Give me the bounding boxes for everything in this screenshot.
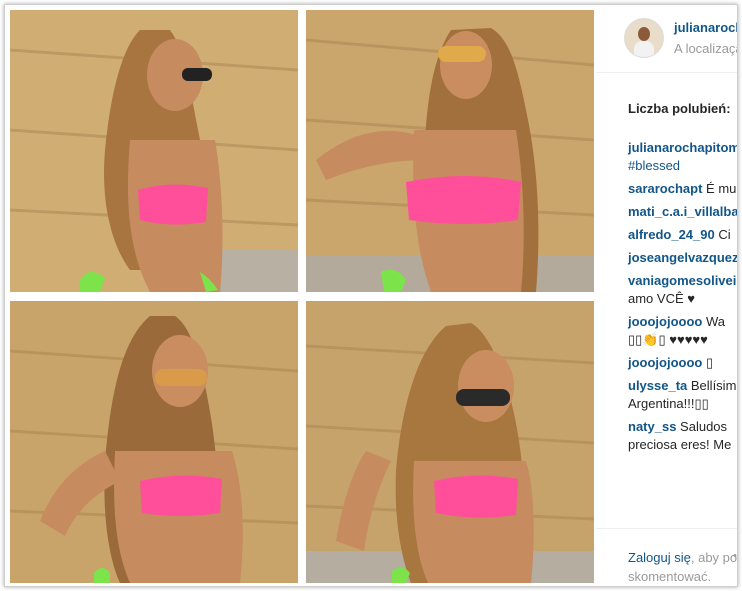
comment-item: ulysse_ta Bellísima Argentina!!!▯▯ <box>628 377 737 413</box>
comment-item: mati_c.a.i_villalba <box>628 203 737 221</box>
comment-username-link[interactable]: jooojojoooo <box>628 355 702 370</box>
login-prompt-rest: , aby polubić lub <box>690 550 738 565</box>
comment-item: joseangelvazquez <box>628 249 737 267</box>
photo-tile-4 <box>306 301 594 583</box>
photo-tile-3 <box>10 301 298 583</box>
post-header: julianarochapitombo A localização <box>596 5 737 73</box>
comment-username-link[interactable]: alfredo_24_90 <box>628 227 715 242</box>
comment-username-link[interactable]: vaniagomesoliveira <box>628 273 737 288</box>
comment-username-link[interactable]: joseangelvazquez <box>628 250 737 265</box>
comment-item: sararochapt É muito linda! <box>628 180 737 198</box>
comments-list: julianarochapitombo #blessed sararochapt… <box>628 139 737 459</box>
caption: julianarochapitombo #blessed <box>628 139 737 175</box>
post-location-link[interactable]: A localização <box>674 41 737 56</box>
comment-item: alfredo_24_90 Ci <box>628 226 737 244</box>
comment-text: amo VCÊ ♥ <box>628 291 695 306</box>
comment-text: ▯ <box>706 355 714 370</box>
comment-item: jooojojoooo ▯ <box>628 354 737 372</box>
comment-text: Saludos <box>680 419 728 434</box>
photo-tile-2 <box>306 10 594 292</box>
comment-username-link[interactable]: ulysse_ta <box>628 378 687 393</box>
comment-username-link[interactable]: sararochapt <box>628 181 702 196</box>
comment-username-link[interactable]: mati_c.a.i_villalba <box>628 204 737 219</box>
comment-text: Ci <box>718 227 731 242</box>
comment-text: ▯▯👏▯ ♥♥♥♥♥ <box>628 332 708 347</box>
comment-item: naty_ss Saludos preciosa eres! Me <box>628 418 737 454</box>
comment-text: Wa <box>706 314 726 329</box>
post-username-link[interactable]: julianarochapitombo <box>674 20 737 35</box>
photo-tile-1 <box>10 10 298 292</box>
comment-text: Argentina!!!▯▯ <box>628 396 709 411</box>
comment-username-link[interactable]: naty_ss <box>628 419 676 434</box>
comment-text: preciosa eres! Me <box>628 437 732 452</box>
comment-text: Bellísima <box>690 378 737 393</box>
login-link[interactable]: Zaloguj się <box>628 550 691 565</box>
caption-hashtag-link[interactable]: #blessed <box>628 157 737 175</box>
post-side-panel: julianarochapitombo A localização Liczba… <box>596 5 738 586</box>
login-prompt: Zaloguj się, aby polubić lub skomentować… <box>596 528 738 586</box>
comment-item: jooojojoooo Wa ▯▯👏▯ ♥♥♥♥♥ <box>628 313 737 349</box>
comment-username-link[interactable]: jooojojoooo <box>628 314 702 329</box>
caption-username-link[interactable]: julianarochapitombo <box>628 140 737 155</box>
comment-item: vaniagomesoliveira amo VCÊ ♥ <box>628 272 737 308</box>
comment-text: É muito linda! <box>706 181 737 196</box>
more-options-icon[interactable]: ••• <box>733 550 737 562</box>
login-prompt-line2: skomentować. <box>628 569 712 584</box>
avatar[interactable] <box>624 18 664 58</box>
login-prompt-text: Zaloguj się, aby polubić lub skomentować… <box>628 548 738 586</box>
instagram-post-window: julianarochapitombo A localização Liczba… <box>4 4 738 587</box>
photo-collage[interactable] <box>10 10 594 586</box>
likes-count[interactable]: Liczba polubień: <box>628 101 731 116</box>
